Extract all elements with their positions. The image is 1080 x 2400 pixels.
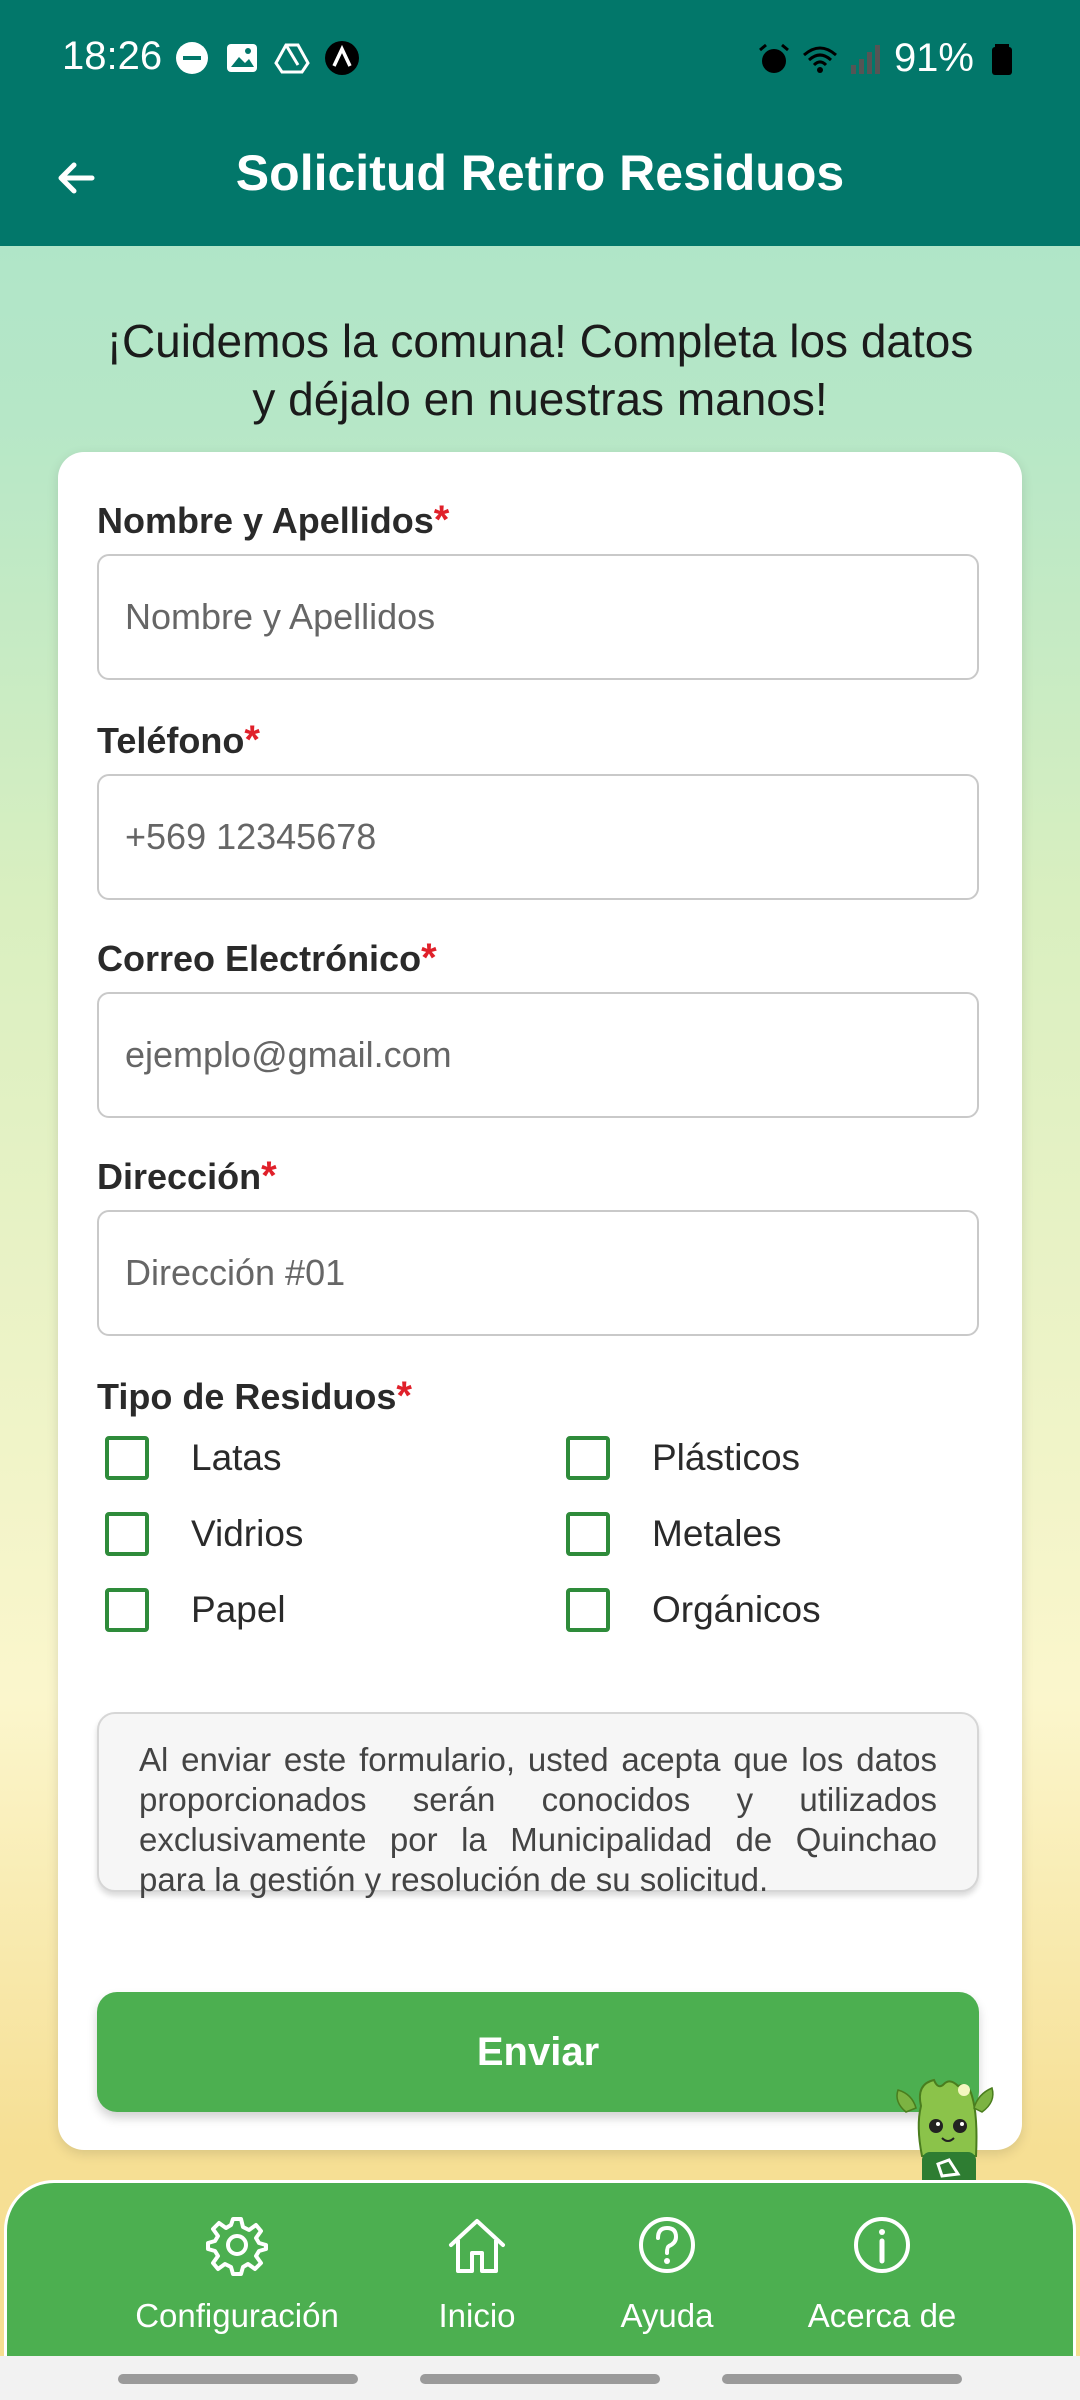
- required-mark: *: [421, 936, 437, 980]
- nav-label: Inicio: [438, 2297, 516, 2334]
- checkbox-label: Plásticos: [652, 1437, 801, 1478]
- checkbox-box[interactable]: [566, 1588, 610, 1632]
- checkbox-metales[interactable]: Metales: [558, 1512, 782, 1556]
- checkbox-label: Metales: [652, 1513, 782, 1554]
- checkbox-box[interactable]: [105, 1588, 149, 1632]
- nav-item-acerca-de[interactable]: Acerca de: [767, 2183, 997, 2363]
- submit-button[interactable]: Enviar: [97, 1992, 979, 2112]
- nav-item-inicio[interactable]: Inicio: [387, 2183, 567, 2363]
- drive-icon: [274, 43, 310, 74]
- privacy-notice: Al enviar este formulario, usted acepta …: [97, 1712, 979, 1898]
- nav-label: Ayuda: [620, 2297, 714, 2334]
- status-bar: 18:26 91%: [0, 0, 1080, 118]
- checkbox-latas[interactable]: Latas: [97, 1436, 282, 1480]
- minus-circle-icon: [176, 42, 208, 74]
- gesture-pill[interactable]: [118, 2374, 358, 2384]
- email-input[interactable]: ejemplo@gmail.com: [97, 992, 979, 1118]
- nav-label: Configuración: [135, 2297, 339, 2334]
- checkbox-organicos[interactable]: Orgánicos: [558, 1588, 821, 1632]
- checkbox-label: Papel: [191, 1589, 286, 1630]
- gear-icon: [206, 2217, 268, 2276]
- waste-type-label: Tipo de Residuos*: [97, 1374, 412, 1419]
- checkbox-box[interactable]: [566, 1436, 610, 1480]
- name-label-text: Nombre y Apellidos: [97, 500, 434, 541]
- email-label: Correo Electrónico*: [97, 936, 437, 981]
- required-mark: *: [433, 498, 450, 542]
- app-bar: Solicitud Retiro Residuos: [0, 118, 1080, 246]
- bottom-navigation: Configuración Inicio Ayuda Acerca de: [4, 2180, 1076, 2360]
- checkbox-box[interactable]: [105, 1436, 149, 1480]
- form-card: Nombre y Apellidos* Nombre y Apellidos T…: [58, 452, 1022, 2150]
- nav-item-configuracion[interactable]: Configuración: [87, 2183, 387, 2363]
- nav-label: Acerca de: [807, 2297, 957, 2334]
- checkbox-box[interactable]: [105, 1512, 149, 1556]
- checkbox-label: Orgánicos: [652, 1589, 821, 1630]
- name-label: Nombre y Apellidos*: [97, 498, 449, 543]
- address-label: Dirección*: [97, 1154, 277, 1199]
- app-a-icon: [325, 41, 359, 75]
- status-time: 18:26: [62, 34, 163, 78]
- signal-icon: [850, 44, 880, 74]
- phone-input[interactable]: +569 12345678: [97, 774, 979, 900]
- gesture-pill[interactable]: [722, 2374, 962, 2384]
- checkbox-vidrios[interactable]: Vidrios: [97, 1512, 303, 1556]
- page-title: Solicitud Retiro Residuos: [235, 145, 845, 201]
- intro-line-2: y déjalo en nuestras manos!: [252, 373, 828, 425]
- checkbox-plasticos[interactable]: Plásticos: [558, 1436, 800, 1480]
- checkbox-box[interactable]: [566, 1512, 610, 1556]
- intro-line-1: ¡Cuidemos la comuna! Completa los datos: [106, 315, 974, 367]
- info-icon: [854, 2217, 910, 2273]
- intro-text: ¡Cuidemos la comuna! Completa los datos …: [60, 312, 1020, 428]
- nav-item-ayuda[interactable]: Ayuda: [567, 2183, 767, 2363]
- required-mark: *: [244, 718, 260, 762]
- battery-percent: 91%: [893, 36, 974, 80]
- phone-label-text: Teléfono: [97, 720, 245, 761]
- address-label-text: Dirección: [97, 1156, 262, 1197]
- checkbox-label: Latas: [191, 1437, 282, 1478]
- system-gesture-bar: [0, 2356, 1080, 2400]
- help-icon: [639, 2217, 695, 2273]
- wifi-icon: [802, 46, 837, 73]
- waste-type-label-text: Tipo de Residuos: [97, 1376, 397, 1417]
- phone-label: Teléfono*: [97, 718, 260, 763]
- image-icon: [227, 44, 257, 72]
- checkbox-papel[interactable]: Papel: [97, 1588, 286, 1632]
- required-mark: *: [261, 1154, 277, 1198]
- required-mark: *: [396, 1374, 412, 1418]
- address-input[interactable]: Dirección #01: [97, 1210, 979, 1336]
- alarm-icon: [758, 43, 789, 73]
- notification-icons: [174, 40, 360, 76]
- name-input[interactable]: Nombre y Apellidos: [97, 554, 979, 680]
- gesture-pill[interactable]: [420, 2374, 660, 2384]
- email-label-text: Correo Electrónico: [97, 938, 422, 979]
- battery-icon: [992, 43, 1012, 75]
- home-icon: [449, 2219, 505, 2273]
- checkbox-label: Vidrios: [191, 1513, 304, 1554]
- system-icons: 91%: [756, 36, 1020, 81]
